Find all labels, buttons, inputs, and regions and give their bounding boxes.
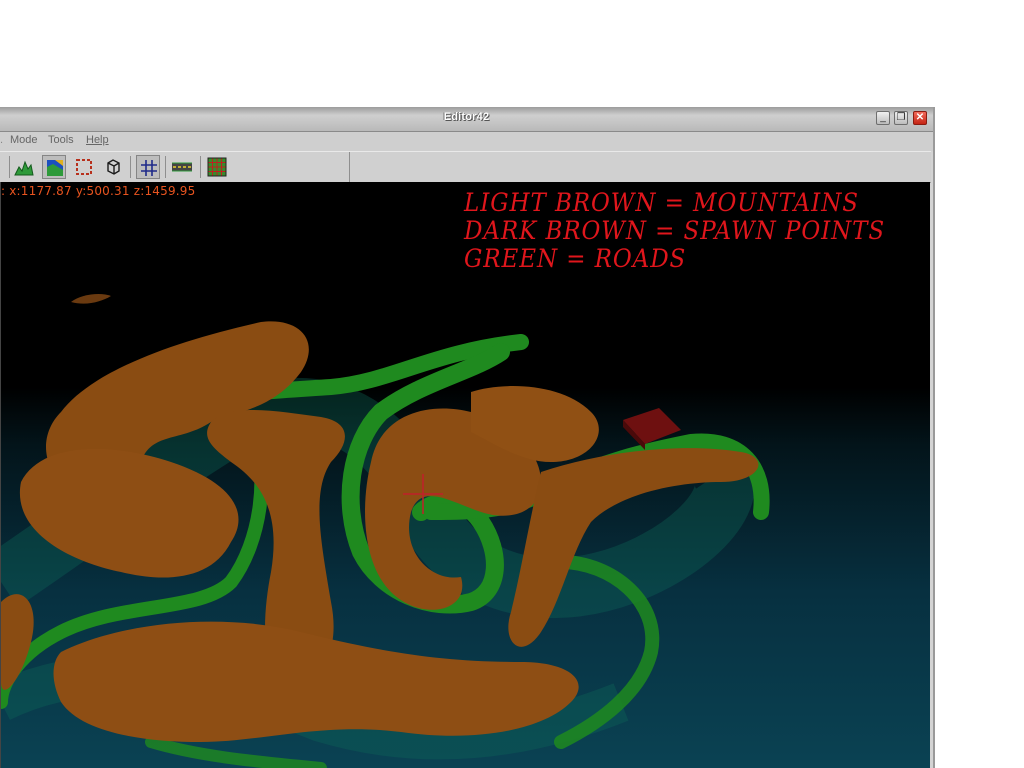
toolbar: [0, 151, 931, 183]
minimize-button[interactable]: _: [876, 111, 890, 125]
title-bar[interactable]: Editor42 _ ❐ ✕: [0, 107, 933, 132]
terrain-height-button[interactable]: [12, 155, 36, 179]
legend-roads: GREEN = ROADS: [464, 244, 687, 273]
editor-window: Editor42 _ ❐ ✕ . Mode Tools Help: x:117…: [0, 107, 935, 768]
toolbar-separator: [9, 156, 10, 178]
maximize-button[interactable]: ❐: [894, 111, 908, 125]
mountain: [71, 294, 111, 304]
close-button[interactable]: ✕: [913, 111, 927, 125]
terrain-legend: LIGHT BROWN = MOUNTAINS DARK BROWN = SPA…: [464, 189, 885, 273]
wireframe-cube-button[interactable]: [101, 155, 125, 179]
menu-bar: . Mode Tools Help: [0, 132, 933, 151]
grid-icon: [141, 160, 157, 176]
grid-toggle-button[interactable]: [136, 155, 160, 179]
menu-mode[interactable]: Mode: [10, 134, 38, 146]
menu-separator: .: [0, 134, 4, 146]
road-tool-icon: [172, 162, 192, 172]
legend-spawn-points: DARK BROWN = SPAWN POINTS: [464, 216, 886, 245]
toolbar-separator: [130, 156, 131, 178]
tile-map-icon: [207, 157, 227, 177]
wireframe-cube-icon: [107, 159, 120, 175]
texture-paint-button[interactable]: [42, 155, 66, 179]
camera-coordinates: : x:1177.87 y:500.31 z:1459.95: [1, 184, 196, 198]
terrain-viewport[interactable]: : x:1177.87 y:500.31 z:1459.95 LIGHT BRO…: [0, 182, 930, 768]
toolbar-separator: [165, 156, 166, 178]
menu-tools[interactable]: Tools: [48, 134, 74, 146]
texture-paint-icon: [47, 160, 63, 176]
legend-mountains: LIGHT BROWN = MOUNTAINS: [464, 188, 859, 217]
mountain: [53, 621, 579, 742]
selection-region-icon: [76, 159, 92, 175]
road: [145, 736, 327, 768]
terrain-height-icon: [14, 160, 34, 176]
window-title: Editor42: [443, 111, 490, 123]
road-tool-button[interactable]: [170, 155, 194, 179]
tile-map-button[interactable]: [205, 155, 229, 179]
toolbar-divider: [349, 152, 350, 182]
toolbar-separator: [200, 156, 201, 178]
menu-help[interactable]: Help: [86, 134, 109, 146]
selection-region-button[interactable]: [72, 155, 96, 179]
